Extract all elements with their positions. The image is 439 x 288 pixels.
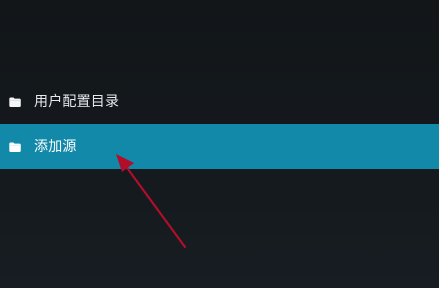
list-item-label: 添加源: [34, 138, 77, 155]
list-item-label: 用户配置目录: [34, 93, 120, 110]
list-item-add-source[interactable]: 添加源: [0, 124, 439, 169]
source-list: 用户配置目录 添加源: [0, 79, 439, 169]
folder-icon: [9, 141, 21, 152]
arrow-line: [120, 159, 187, 249]
screen: 用户配置目录 添加源: [0, 0, 439, 288]
list-item-user-profile-directory[interactable]: 用户配置目录: [0, 79, 439, 124]
folder-icon: [9, 96, 21, 107]
